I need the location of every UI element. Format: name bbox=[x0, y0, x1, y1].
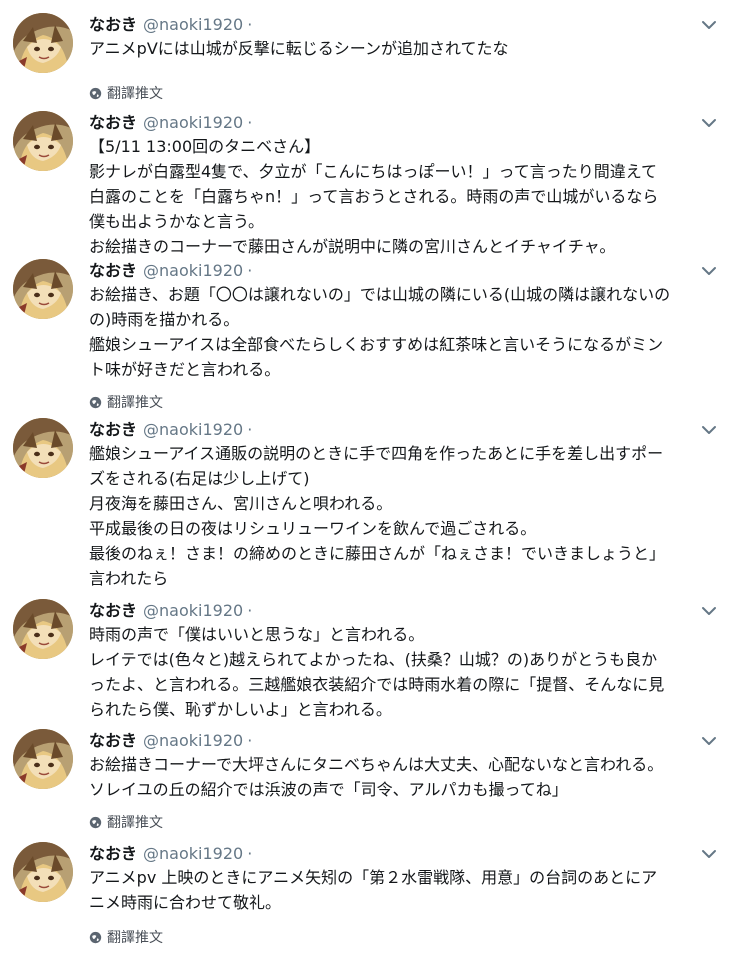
tweet-header: なおき @naoki1920 · bbox=[89, 111, 252, 135]
translate-label: 翻譯推文 bbox=[107, 395, 163, 411]
tweet-header: なおき @naoki1920 · bbox=[89, 259, 252, 283]
translate-tweet-link[interactable]: 翻譯推文 bbox=[89, 85, 163, 103]
user-handle[interactable]: @naoki1920 bbox=[143, 731, 243, 750]
translate-label: 翻譯推文 bbox=[107, 86, 163, 102]
tweet-header: なおき @naoki1920 · bbox=[89, 729, 252, 753]
avatar[interactable] bbox=[13, 111, 73, 171]
translate-label: 翻譯推文 bbox=[107, 815, 163, 831]
avatar[interactable] bbox=[13, 599, 73, 659]
tweet-text-line: ったよ、と言われる。三越艦娘衣装紹介では時雨水着の際に「提督、そんなに見 bbox=[89, 675, 665, 694]
tweet-text: お絵描きコーナーで大坪さんにタニベちゃんは大丈夫、心配ないなと言われる。 ソレイユ… bbox=[89, 752, 729, 802]
chevron-down-icon[interactable] bbox=[701, 422, 717, 438]
tweet-text-line: 白露のことを「白露ちゃn！」って言おうとされる。時雨の声で山城がいるなら bbox=[89, 187, 659, 206]
tweet-text: 【5/11 13:00回のタニベさん】影ナレが白露型4隻で、夕立が「こんにちはっ… bbox=[89, 134, 729, 259]
chevron-down-icon[interactable] bbox=[701, 733, 717, 749]
tweet-text: お絵描き、お題「〇〇は譲れないの」では山城の隣にいる(山城の隣は譲れないの の)時… bbox=[89, 282, 729, 382]
separator-dot: · bbox=[247, 15, 253, 34]
user-handle[interactable]: @naoki1920 bbox=[143, 601, 243, 620]
tweet-text-line: アニメpv 上映のときにアニメ矢矧の「第２水雷戦隊、用意」の台詞のあとにア bbox=[89, 868, 658, 887]
chevron-down-icon[interactable] bbox=[701, 603, 717, 619]
globe-icon bbox=[89, 815, 107, 831]
translate-tweet-link[interactable]: 翻譯推文 bbox=[89, 929, 163, 947]
tweet-text-line: 言われたら bbox=[89, 569, 169, 588]
tweet-text-line: 時雨の声で「僕はいいと思うな」と言われる。 bbox=[89, 625, 425, 644]
tweet-text-line: お絵描き、お題「〇〇は譲れないの」では山城の隣にいる(山城の隣は譲れないの bbox=[89, 285, 671, 304]
tweet-text-line: ズをされる(右足は少し上げて) bbox=[89, 469, 310, 488]
user-handle[interactable]: @naoki1920 bbox=[143, 844, 243, 863]
tweet-text-line: お絵描きのコーナーで藤田さんが説明中に隣の宮川さんとイチャイチャ。 bbox=[89, 237, 616, 256]
globe-icon bbox=[89, 395, 107, 411]
user-handle[interactable]: @naoki1920 bbox=[143, 261, 243, 280]
globe-icon bbox=[89, 930, 107, 946]
display-name[interactable]: なおき bbox=[89, 601, 137, 620]
tweet-text-line: 僕も出ようかなと言う。 bbox=[89, 212, 265, 231]
avatar[interactable] bbox=[13, 842, 73, 902]
tweet-text-line: レイテでは(色々と)越えられてよかったね、(扶桑？山城？の)ありがとうも良か bbox=[89, 650, 658, 669]
tweet-text-line: 最後のねぇ！さま！の締めのときに藤田さんが「ねぇさま！でいきましょうと」 bbox=[89, 544, 666, 563]
tweet-text-line: の)時雨を描かれる。 bbox=[89, 310, 240, 329]
avatar[interactable] bbox=[13, 729, 73, 789]
display-name[interactable]: なおき bbox=[89, 731, 137, 750]
tweet-text-line: 艦娘シューアイス通販の説明のときに手で四角を作ったあとに手を差し出すポー bbox=[89, 444, 664, 463]
separator-dot: · bbox=[247, 601, 253, 620]
tweet-header: なおき @naoki1920 · bbox=[89, 842, 252, 866]
separator-dot: · bbox=[247, 844, 253, 863]
tweet-text-line: ソレイユの丘の紹介では浜波の声で「司令、アルパカも撮ってね」 bbox=[89, 780, 568, 799]
tweet-text-line: 影ナレが白露型4隻で、夕立が「こんにちはっぽーい！」って言ったり間違えて bbox=[89, 162, 657, 181]
separator-dot: · bbox=[247, 261, 253, 280]
avatar[interactable] bbox=[13, 259, 73, 319]
user-handle[interactable]: @naoki1920 bbox=[143, 113, 243, 132]
tweet-text-line: ニメ時雨に合わせて敬礼。 bbox=[89, 893, 282, 912]
translate-tweet-link[interactable]: 翻譯推文 bbox=[89, 394, 163, 412]
chevron-down-icon[interactable] bbox=[701, 17, 717, 33]
user-handle[interactable]: @naoki1920 bbox=[143, 15, 243, 34]
tweet-text: 艦娘シューアイス通販の説明のときに手で四角を作ったあとに手を差し出すポー ズをされ… bbox=[89, 441, 729, 591]
tweet-header: なおき @naoki1920 · bbox=[89, 13, 252, 37]
chevron-down-icon[interactable] bbox=[701, 846, 717, 862]
separator-dot: · bbox=[247, 731, 253, 750]
tweet-header: なおき @naoki1920 · bbox=[89, 599, 252, 623]
display-name[interactable]: なおき bbox=[89, 261, 137, 280]
display-name[interactable]: なおき bbox=[89, 15, 137, 34]
tweet-header: なおき @naoki1920 · bbox=[89, 418, 252, 442]
separator-dot: · bbox=[247, 420, 253, 439]
avatar[interactable] bbox=[13, 418, 73, 478]
tweet-text-line: 【5/11 13:00回のタニベさん】 bbox=[89, 137, 321, 156]
tweet-text-line: ト味が好きだと言われる。 bbox=[89, 360, 281, 379]
globe-icon bbox=[89, 86, 107, 102]
chevron-down-icon[interactable] bbox=[701, 263, 717, 279]
display-name[interactable]: なおき bbox=[89, 113, 137, 132]
chevron-down-icon[interactable] bbox=[701, 115, 717, 131]
separator-dot: · bbox=[247, 113, 253, 132]
tweet-text: 時雨の声で「僕はいいと思うな」と言われる。レイテでは(色々と)越えられてよかった… bbox=[89, 622, 729, 722]
translate-label: 翻譯推文 bbox=[107, 930, 163, 946]
tweet-text-line: アニメpVには山城が反撃に転じるシーンが追加されてたな bbox=[89, 39, 509, 58]
tweet-text: アニメpv 上映のときにアニメ矢矧の「第２水雷戦隊、用意」の台詞のあとにア ニメ時… bbox=[89, 865, 729, 915]
tweet-text-line: 月夜海を藤田さん、宮川さんと唄われる。 bbox=[89, 494, 393, 513]
tweet-text-line: お絵描きコーナーで大坪さんにタニベちゃんは大丈夫、心配ないなと言われる。 bbox=[89, 755, 664, 774]
translate-tweet-link[interactable]: 翻譯推文 bbox=[89, 814, 163, 832]
display-name[interactable]: なおき bbox=[89, 844, 137, 863]
tweet-text-line: 艦娘シューアイスは全部食べたらしくおすすめは紅茶味と言いそうになるがミン bbox=[89, 335, 664, 354]
avatar[interactable] bbox=[13, 13, 73, 73]
tweet-text-line: られたら僕、恥ずかしいよ」と言われる。 bbox=[89, 700, 392, 719]
user-handle[interactable]: @naoki1920 bbox=[143, 420, 243, 439]
tweet-text: アニメpVには山城が反撃に転じるシーンが追加されてたな bbox=[89, 36, 729, 61]
display-name[interactable]: なおき bbox=[89, 420, 137, 439]
tweet-text-line: 平成最後の日の夜はリシュリューワインを飲んで過ごされる。 bbox=[89, 519, 537, 538]
